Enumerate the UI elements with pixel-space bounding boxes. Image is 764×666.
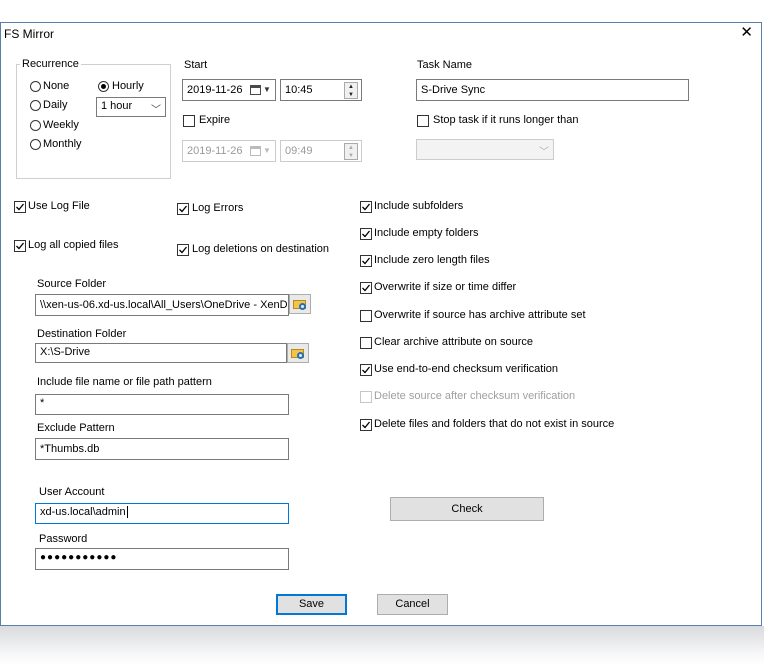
fs-mirror-dialog: FS Mirror ✕ Recurrence None Daily Weekly… [0,22,762,626]
search-icon [299,303,306,310]
interval-value: 1 hour [101,100,133,112]
log-all-copied-label: Log all copied files [28,239,119,251]
destination-folder-value: X:\S-Drive [40,346,91,358]
log-errors-checkbox[interactable] [177,203,189,215]
password-label: Password [39,533,88,545]
log-errors-label: Log Errors [192,202,244,214]
checksum-verification-checkbox[interactable] [360,364,372,376]
source-folder-input[interactable]: \\xen-us-06.xd-us.local\All_Users\OneDri… [35,294,289,316]
include-subfolders-checkbox[interactable] [360,201,372,213]
chevron-down-icon: ▼ [263,85,271,94]
radio-monthly[interactable] [30,139,41,150]
overwrite-archive-checkbox[interactable] [360,310,372,322]
chevron-down-icon: ﹀ [539,147,549,158]
radio-none[interactable] [30,81,41,92]
task-name-value: S-Drive Sync [421,84,486,96]
cancel-button[interactable]: Cancel [377,594,448,615]
delete-source-checkbox [360,391,372,403]
window-title: FS Mirror [4,27,54,41]
expire-date-picker: 2019-11-26 [182,140,276,162]
clear-archive-checkbox[interactable] [360,337,372,349]
start-time-spinner[interactable]: ▲ ▼ [344,82,358,99]
source-folder-label: Source Folder [37,278,107,290]
use-log-file-checkbox[interactable] [14,201,26,213]
delete-nonexistent-checkbox[interactable] [360,419,372,431]
user-account-value: xd-us.local\admin [40,506,126,518]
log-deletions-checkbox[interactable] [177,244,189,256]
expire-time-spinner: ▲ ▼ [344,143,358,160]
password-input[interactable]: ●●●●●●●●●●● [35,548,289,570]
include-pattern-input[interactable]: * [35,394,289,415]
start-time-value: 10:45 [285,84,313,96]
user-account-input[interactable]: xd-us.local\admin [35,503,289,524]
expire-time-value: 09:49 [285,145,313,157]
radio-weekly[interactable] [30,120,41,131]
radio-monthly-label: Monthly [43,138,82,150]
spin-up-icon[interactable]: ▲ [345,83,357,91]
title-bar: FS Mirror ✕ [1,23,761,45]
include-empty-folders-checkbox[interactable] [360,228,372,240]
start-date-value: 2019-11-26 [187,84,243,96]
clear-archive-label: Clear archive attribute on source [374,336,533,348]
password-value: ●●●●●●●●●●● [40,552,118,563]
exclude-pattern-input[interactable]: *Thumbs.db [35,438,289,460]
start-label: Start [184,59,208,71]
chevron-down-icon: ﹀ [151,105,161,116]
exclude-pattern-value: *Thumbs.db [40,443,100,455]
calendar-icon[interactable] [250,85,261,95]
radio-hourly[interactable] [98,81,109,92]
user-account-label: User Account [39,486,105,498]
source-folder-value: \\xen-us-06.xd-us.local\All_Users\OneDri… [40,299,289,311]
radio-hourly-label: Hourly [112,80,144,92]
destination-folder-label: Destination Folder [37,328,127,340]
window-shadow [0,626,764,666]
overwrite-size-time-checkbox[interactable] [360,282,372,294]
close-button[interactable]: ✕ [740,25,753,41]
radio-weekly-label: Weekly [43,119,79,131]
include-pattern-label: Include file name or file path pattern [37,376,212,388]
include-zero-length-label: Include zero length files [374,254,490,266]
spin-down-icon[interactable]: ▼ [345,91,357,99]
exclude-pattern-label: Exclude Pattern [37,422,115,434]
save-button[interactable]: Save [276,594,347,615]
checksum-verification-label: Use end-to-end checksum verification [374,363,559,375]
radio-none-label: None [43,80,70,92]
radio-daily-label: Daily [43,99,68,111]
delete-source-label: Delete source after checksum verificatio… [374,390,576,402]
log-deletions-label: Log deletions on destination [192,243,329,255]
start-date-picker[interactable]: 2019-11-26 [182,79,276,101]
spin-up-icon: ▲ [348,145,354,151]
include-empty-folders-label: Include empty folders [374,227,479,239]
use-log-file-label: Use Log File [28,200,90,212]
stop-task-duration-dropdown: ﹀ [416,139,554,160]
expire-checkbox[interactable] [183,115,195,127]
include-subfolders-label: Include subfolders [374,200,464,212]
source-browse-button[interactable] [289,294,311,314]
check-button[interactable]: Check [390,497,544,521]
overwrite-size-time-label: Overwrite if size or time differ [374,281,517,293]
search-icon [297,352,304,359]
task-name-input[interactable]: S-Drive Sync [416,79,689,101]
overwrite-archive-label: Overwrite if source has archive attribut… [374,309,586,321]
chevron-down-icon: ▼ [263,146,271,155]
interval-dropdown[interactable]: 1 hour ﹀ [96,97,166,117]
expire-date-value: 2019-11-26 [187,145,243,157]
delete-nonexistent-label: Delete files and folders that do not exi… [374,418,615,430]
calendar-icon [250,146,261,156]
expire-label: Expire [199,114,231,126]
log-all-copied-checkbox[interactable] [14,240,26,252]
include-zero-length-checkbox[interactable] [360,255,372,267]
stop-task-label: Stop task if it runs longer than [433,114,579,126]
radio-daily[interactable] [30,100,41,111]
include-pattern-value: * [40,397,45,409]
destination-browse-button[interactable] [287,343,309,363]
spin-down-icon: ▼ [348,152,354,159]
task-name-label: Task Name [417,59,473,71]
stop-task-checkbox[interactable] [417,115,429,127]
destination-folder-input[interactable]: X:\S-Drive [35,343,287,363]
recurrence-legend: Recurrence [20,58,81,70]
